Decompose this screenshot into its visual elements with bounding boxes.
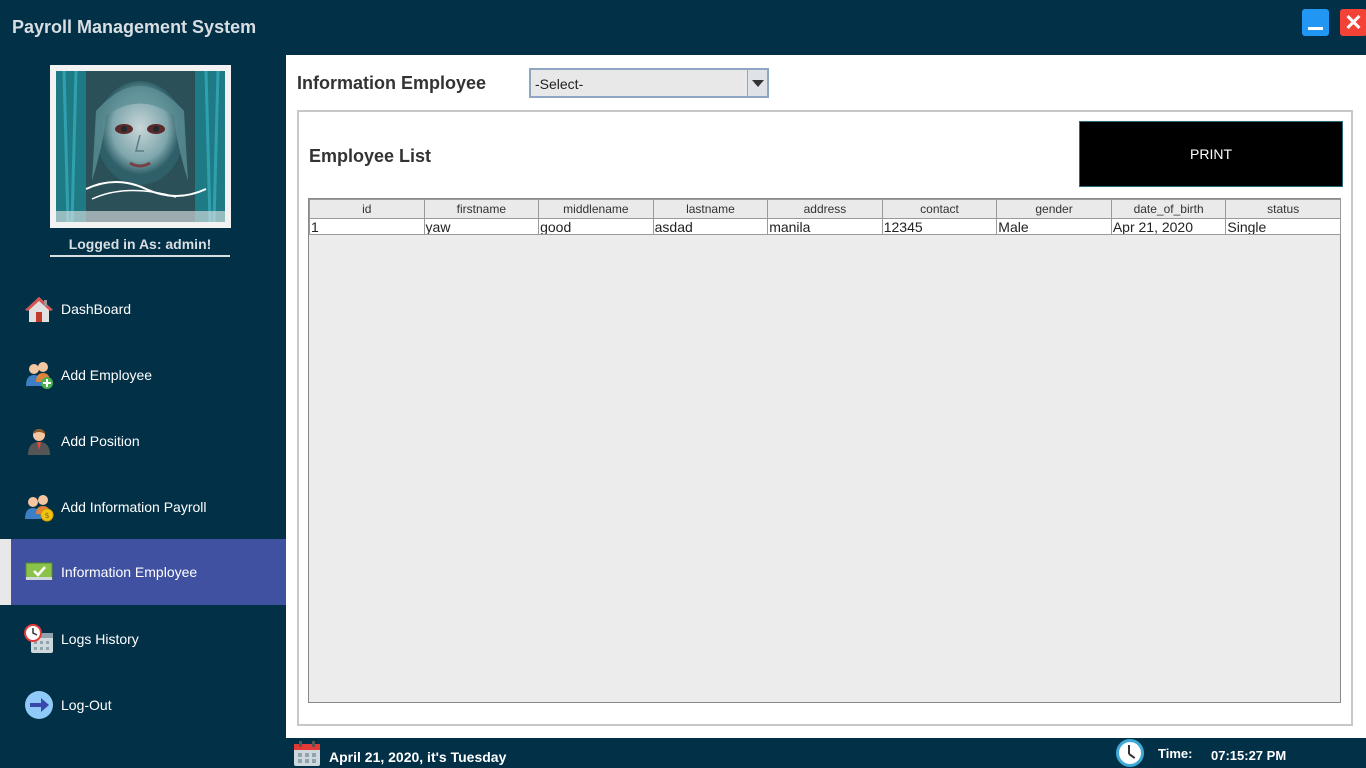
close-icon[interactable]: ✕ [1340, 9, 1366, 36]
table-cell[interactable]: Apr 21, 2020 [1110, 218, 1227, 235]
sidebar-item-label: Information Employee [61, 564, 198, 580]
employee-list-panel: Employee List PRINT id firstname middlen… [297, 110, 1353, 726]
employee-list-title: Employee List [309, 146, 432, 166]
sidebar-item-label: Add Information Payroll [61, 499, 207, 515]
table-cell[interactable]: asdad [652, 218, 769, 235]
clock-icon [1116, 739, 1144, 767]
sidebar-item-add-position[interactable]: Add Position [0, 408, 286, 474]
sidebar: Logged in As: admin! DashBoard Add Emplo… [0, 55, 286, 738]
people-coin-icon: $ [24, 492, 54, 522]
main-content: Information Employee -Select- Employee L… [286, 55, 1366, 738]
avatar [50, 65, 231, 228]
sidebar-item-label: Add Position [61, 433, 140, 449]
add-employee-icon [24, 360, 54, 390]
status-bar: April 21, 2020, it's Tuesday Time: 07:15… [286, 738, 1366, 768]
sidebar-item-add-information-payroll[interactable]: $ Add Information Payroll [0, 474, 286, 540]
calendar-icon [293, 741, 321, 767]
column-header-contact[interactable]: contact [881, 199, 998, 219]
minimize-icon[interactable] [1302, 9, 1329, 36]
column-header-address[interactable]: address [767, 199, 883, 219]
house-icon [24, 294, 54, 324]
table-cell[interactable]: good [538, 218, 654, 235]
sidebar-item-add-employee[interactable]: Add Employee [0, 342, 286, 408]
column-header-lastname[interactable]: lastname [652, 199, 769, 219]
sidebar-item-label: Log-Out [61, 697, 112, 713]
person-icon [24, 426, 54, 456]
select-value: -Select- [535, 76, 584, 92]
app-title: Payroll Management System [12, 17, 257, 37]
sidebar-item-information-employee[interactable]: Information Employee [0, 539, 286, 605]
time-label: Time: [1158, 746, 1193, 761]
sidebar-item-label: Logs History [61, 631, 139, 647]
print-button[interactable]: PRINT [1079, 121, 1343, 187]
table-cell[interactable]: yaw [423, 218, 540, 235]
calendar-clock-icon [24, 624, 54, 654]
profile-artwork-image [56, 71, 225, 222]
column-header-firstname[interactable]: firstname [423, 199, 540, 219]
page-title: Information Employee [297, 73, 487, 93]
table-cell[interactable]: Single [1225, 218, 1341, 235]
sidebar-item-logs-history[interactable]: Logs History [0, 606, 286, 672]
title-bar: Payroll Management System ✕ [0, 0, 1366, 55]
logged-in-label: Logged in As: admin! [50, 236, 230, 257]
column-header-id[interactable]: id [309, 199, 425, 219]
table-cell[interactable]: 12345 [881, 218, 998, 235]
employee-table[interactable]: id firstname middlename lastname address… [308, 198, 1341, 703]
employee-select[interactable]: -Select- [529, 68, 769, 98]
table-cell[interactable]: manila [767, 218, 883, 235]
column-header-middlename[interactable]: middlename [538, 199, 654, 219]
chevron-down-icon[interactable] [747, 70, 767, 96]
column-header-date-of-birth[interactable]: date_of_birth [1110, 199, 1227, 219]
id-card-icon [24, 557, 54, 587]
column-header-gender[interactable]: gender [996, 199, 1112, 219]
current-time: 07:15:27 PM [1211, 748, 1287, 763]
sidebar-item-label: Add Employee [61, 367, 153, 383]
sidebar-item-label: DashBoard [61, 301, 132, 317]
table-cell[interactable]: 1 [309, 218, 425, 235]
svg-text:$: $ [44, 511, 49, 520]
table-cell[interactable]: Male [996, 218, 1112, 235]
table-header-row: id firstname middlename lastname address… [309, 199, 1341, 219]
sidebar-item-dashboard[interactable]: DashBoard [0, 276, 286, 342]
column-header-status[interactable]: status [1225, 199, 1341, 219]
table-row[interactable]: 1 yaw good asdad manila 12345 Male Apr 2… [309, 218, 1341, 235]
sidebar-item-log-out[interactable]: Log-Out [0, 672, 286, 738]
current-date: April 21, 2020, it's Tuesday [329, 749, 507, 765]
arrow-right-icon [24, 690, 54, 720]
